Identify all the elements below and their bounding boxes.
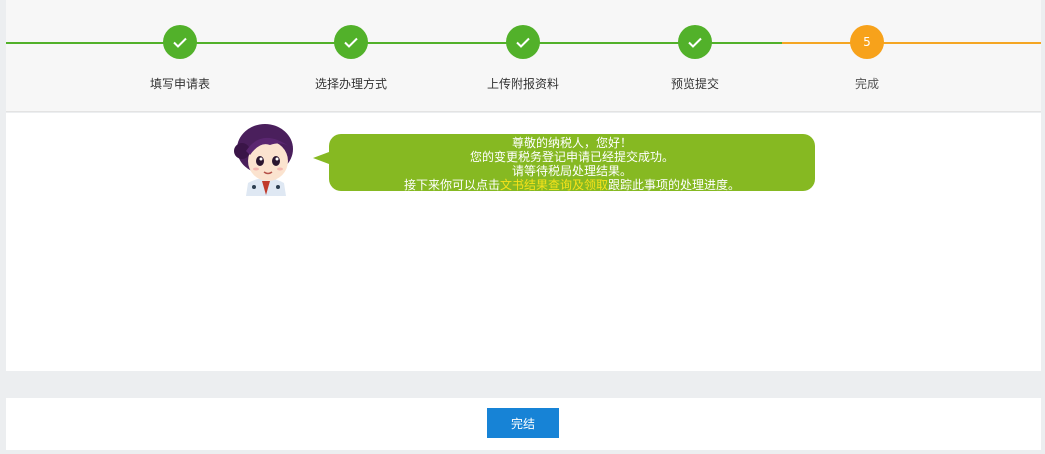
step-1-label: 填写申请表 (149, 77, 210, 91)
finish-button[interactable]: 完结 (487, 408, 559, 438)
step-5: 5 完成 (797, 25, 937, 92)
step-2: 选择办理方式 (281, 25, 421, 92)
step-1-check-icon (163, 25, 197, 59)
bubble-tail (313, 152, 329, 164)
result-panel: 尊敬的纳税人，您好！ 您的变更税务登记申请已经提交成功。 请等待税局处理结果。 … (6, 113, 1041, 371)
greeting-text: 尊敬的纳税人，您好！ (511, 136, 632, 150)
page: 填写申请表 选择办理方式 上传附报资料 预览提交 5 完成 尊敬的纳税人，您好！… (0, 0, 1045, 454)
next-step-text: 接下来你可以点击文书结果查询及领取跟踪此事项的处理进度。 (329, 178, 815, 192)
step-2-label: 选择办理方式 (314, 77, 387, 91)
next-step-suffix: 跟踪此事项的处理进度。 (608, 178, 741, 192)
next-step-prefix: 接下来你可以点击 (403, 178, 500, 192)
step-1: 填写申请表 (110, 25, 250, 92)
step-5-number: 5 (850, 25, 884, 59)
success-text: 您的变更税务登记申请已经提交成功。 (469, 150, 674, 164)
step-3: 上传附报资料 (453, 25, 593, 92)
wait-text: 请等待税局处理结果。 (511, 164, 632, 178)
step-4: 预览提交 (625, 25, 765, 92)
progress-stepper: 填写申请表 选择办理方式 上传附报资料 预览提交 5 完成 (6, 0, 1041, 112)
step-2-check-icon (334, 25, 368, 59)
footer-bar: 完结 (6, 398, 1041, 450)
success-message-bubble: 尊敬的纳税人，您好！ 您的变更税务登记申请已经提交成功。 请等待税局处理结果。 … (313, 134, 815, 192)
document-result-query-link[interactable]: 文书结果查询及领取 (500, 178, 608, 192)
step-4-label: 预览提交 (670, 77, 719, 91)
step-3-label: 上传附报资料 (486, 77, 559, 91)
step-3-check-icon (506, 25, 540, 59)
step-5-label: 完成 (854, 77, 879, 91)
tax-officer-avatar (232, 121, 300, 196)
step-4-check-icon (678, 25, 712, 59)
